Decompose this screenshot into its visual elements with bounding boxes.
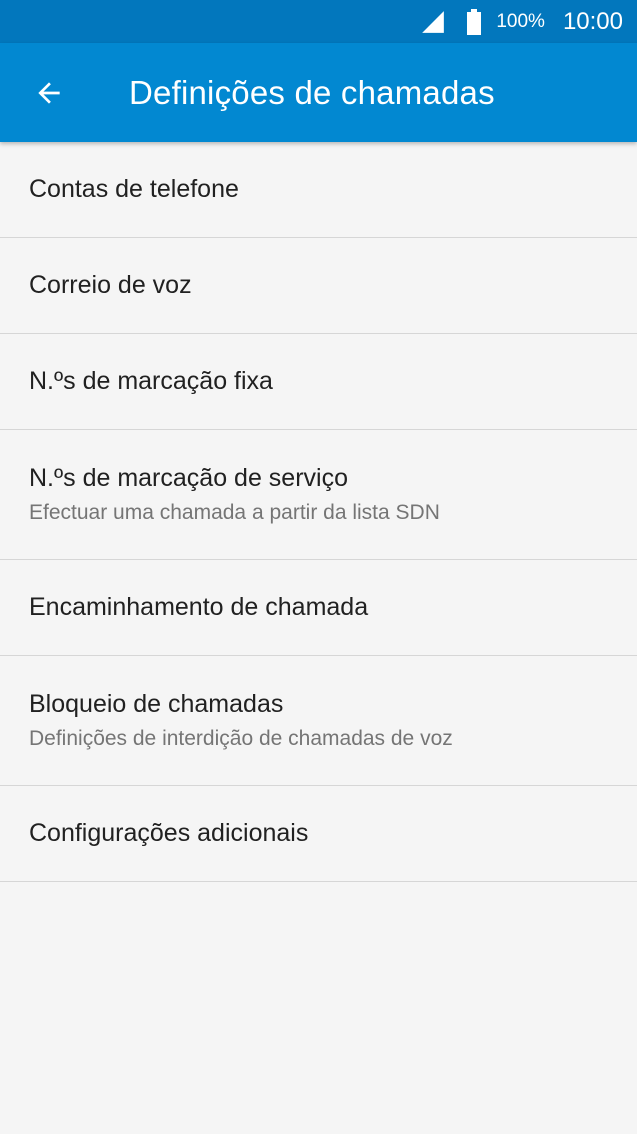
- battery-percent: 100%: [496, 10, 545, 32]
- page-title: Definições de chamadas: [129, 73, 495, 111]
- arrow-back-icon: [38, 81, 60, 104]
- battery-icon: [467, 8, 482, 35]
- setting-fixed-dialing-numbers[interactable]: N.ºs de marcação fixa: [0, 334, 637, 430]
- clock: 10:00: [562, 7, 623, 35]
- setting-service-dialing-numbers[interactable]: N.ºs de marcação de serviço Efectuar uma…: [0, 430, 637, 560]
- setting-phone-accounts[interactable]: Contas de telefone: [0, 142, 637, 238]
- setting-title: N.ºs de marcação fixa: [29, 367, 273, 395]
- status-bar: 100% 10:00: [0, 0, 637, 43]
- setting-subtitle: Definições de interdição de chamadas de …: [29, 727, 453, 750]
- settings-list: Contas de telefone Correio de voz N.ºs d…: [0, 142, 637, 882]
- setting-title: Contas de telefone: [29, 175, 239, 203]
- setting-title: N.ºs de marcação de serviço: [29, 464, 348, 492]
- back-button[interactable]: [9, 43, 89, 142]
- cell-signal-icon: [422, 10, 445, 33]
- setting-voicemail[interactable]: Correio de voz: [0, 238, 637, 334]
- setting-call-barring[interactable]: Bloqueio de chamadas Definições de inter…: [0, 656, 637, 786]
- setting-title: Correio de voz: [29, 271, 192, 299]
- setting-title: Encaminhamento de chamada: [29, 593, 369, 621]
- setting-call-forwarding[interactable]: Encaminhamento de chamada: [0, 560, 637, 656]
- setting-title: Configurações adicionais: [29, 819, 309, 847]
- app-bar: Definições de chamadas: [0, 43, 637, 142]
- setting-subtitle: Efectuar uma chamada a partir da lista S…: [29, 501, 440, 524]
- setting-additional-settings[interactable]: Configurações adicionais: [0, 786, 637, 882]
- setting-title: Bloqueio de chamadas: [29, 690, 284, 718]
